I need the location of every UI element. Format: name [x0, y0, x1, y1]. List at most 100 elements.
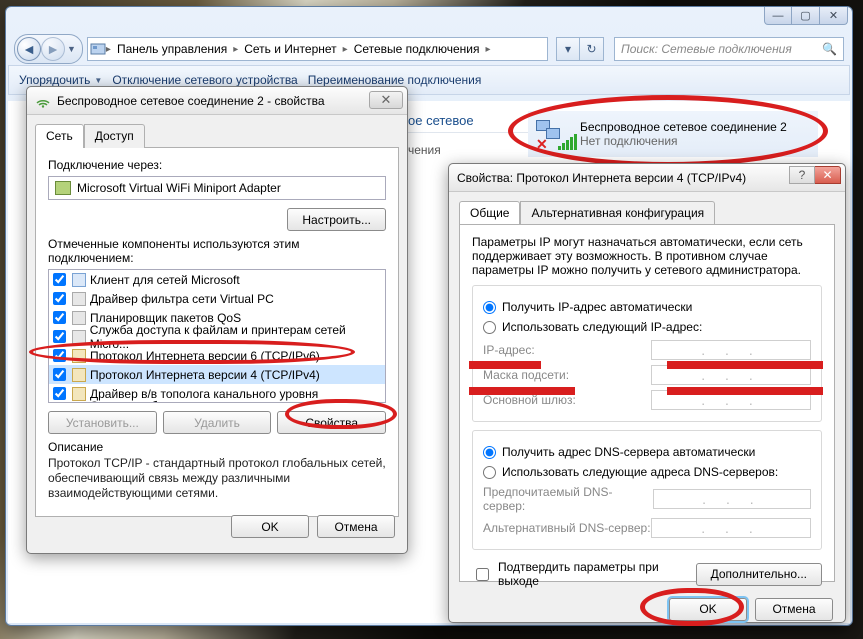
dialog-titlebar[interactable]: Беспроводное сетевое соединение 2 - свой…: [27, 87, 407, 115]
components-label: Отмеченные компоненты используются этим …: [48, 237, 386, 265]
radio-auto-ip[interactable]: [483, 301, 496, 314]
adapter-name: Microsoft Virtual WiFi Miniport Adapter: [77, 181, 281, 195]
ipv4-properties-dialog: Свойства: Протокол Интернета версии 4 (T…: [448, 163, 846, 623]
tab-access[interactable]: Доступ: [84, 124, 145, 148]
rename-connection-button[interactable]: Переименование подключения: [308, 73, 482, 87]
tab-alt-config[interactable]: Альтернативная конфигурация: [520, 201, 715, 225]
protocol-icon: [72, 349, 86, 363]
dialog-title: Беспроводное сетевое соединение 2 - свой…: [57, 94, 325, 108]
uninstall-button[interactable]: Удалить: [163, 411, 272, 434]
gateway-label: Основной шлюз:: [483, 393, 576, 407]
component-checkbox[interactable]: [53, 311, 66, 324]
cancel-button[interactable]: Отмена: [317, 515, 395, 538]
close-button[interactable]: ✕: [369, 91, 403, 109]
minimize-button[interactable]: —: [764, 7, 792, 25]
ip-address-label: IP-адрес:: [483, 343, 535, 357]
radio-auto-dns[interactable]: [483, 446, 496, 459]
list-item-selected[interactable]: Протокол Интернета версии 4 (TCP/IPv4): [49, 365, 385, 384]
description-text: Протокол TCP/IP - стандартный протокол г…: [48, 456, 386, 501]
radio-manual-dns[interactable]: [483, 466, 496, 479]
component-checkbox[interactable]: [53, 349, 66, 362]
ok-button[interactable]: OK: [231, 515, 309, 538]
back-button[interactable]: ◄: [17, 37, 41, 61]
configure-button[interactable]: Настроить...: [287, 208, 386, 231]
dns1-field[interactable]: . . .: [653, 489, 811, 509]
forward-button[interactable]: ►: [41, 37, 65, 61]
close-button[interactable]: ✕: [820, 7, 848, 25]
nav-row: ◄ ► ▼ ▸ Панель управления ▸ Сеть и Интер…: [14, 33, 844, 65]
refresh-button[interactable]: ↻: [580, 37, 604, 61]
connection-properties-dialog: Беспроводное сетевое соединение 2 - свой…: [26, 86, 408, 554]
ip-address-field[interactable]: . . .: [651, 340, 811, 360]
component-checkbox[interactable]: [53, 368, 66, 381]
protocol-icon: [72, 368, 86, 382]
components-list[interactable]: Клиент для сетей Microsoft Драйвер фильт…: [48, 269, 386, 403]
list-item[interactable]: Драйвер фильтра сети Virtual PC: [49, 289, 385, 308]
maximize-button[interactable]: ▢: [792, 7, 820, 25]
list-item[interactable]: Клиент для сетей Microsoft: [49, 270, 385, 289]
nav-arrows: ◄ ► ▼: [14, 34, 83, 64]
dialog-title: Свойства: Протокол Интернета версии 4 (T…: [457, 171, 746, 185]
protocol-icon: [72, 387, 86, 401]
error-x-icon: ✕: [536, 136, 548, 153]
intro-text: Параметры IP могут назначаться автоматич…: [472, 235, 822, 277]
organize-button[interactable]: Упорядочить▼: [19, 73, 102, 87]
connection-title: Беспроводное сетевое соединение 2: [580, 120, 787, 134]
cancel-button[interactable]: Отмена: [755, 598, 833, 621]
service-icon: [72, 292, 86, 306]
properties-button[interactable]: Свойства: [277, 411, 386, 434]
dns2-label: Альтернативный DNS-сервер:: [483, 521, 651, 535]
component-checkbox[interactable]: [53, 330, 66, 343]
confirm-checkbox[interactable]: [476, 568, 489, 581]
network-icon: ✕: [536, 118, 572, 150]
breadcrumb[interactable]: ▸ Панель управления ▸ Сеть и Интернет ▸ …: [87, 37, 548, 61]
install-button[interactable]: Установить...: [48, 411, 157, 434]
tab-body: Подключение через: Microsoft Virtual WiF…: [35, 147, 399, 517]
annotation-strike: [667, 387, 823, 395]
tab-network[interactable]: Сеть: [35, 124, 84, 148]
adapter-field: Microsoft Virtual WiFi Miniport Adapter: [48, 176, 386, 200]
radio-manual-ip[interactable]: [483, 321, 496, 334]
wireless-icon: [35, 93, 51, 109]
subnet-label: Маска подсети:: [483, 368, 569, 382]
dialog-titlebar[interactable]: Свойства: Протокол Интернета версии 4 (T…: [449, 164, 845, 192]
advanced-button[interactable]: Дополнительно...: [696, 563, 822, 586]
adapter-icon: [55, 181, 71, 195]
breadcrumb-segment[interactable]: Панель управления: [111, 38, 233, 60]
service-icon: [72, 330, 86, 344]
list-item[interactable]: Служба доступа к файлам и принтерам сете…: [49, 327, 385, 346]
control-panel-icon: [90, 41, 106, 57]
dns2-field[interactable]: . . .: [651, 518, 811, 538]
wireless-connection-item[interactable]: ✕ Беспроводное сетевое соединение 2 Нет …: [528, 111, 818, 157]
component-checkbox[interactable]: [53, 273, 66, 286]
signal-bars-icon: [558, 134, 577, 150]
component-checkbox[interactable]: [53, 387, 66, 400]
explorer-titlebar: — ▢ ✕: [6, 7, 852, 33]
breadcrumb-segment[interactable]: Сеть и Интернет: [238, 38, 342, 60]
confirm-on-exit-row[interactable]: Подтвердить параметры при выходе: [472, 560, 690, 588]
tab-body: Параметры IP могут назначаться автоматич…: [459, 224, 835, 582]
connection-fragment: чения: [408, 143, 441, 157]
description-title: Описание: [48, 440, 386, 454]
help-button[interactable]: ?: [789, 166, 815, 184]
search-placeholder: Поиск: Сетевые подключения: [621, 42, 792, 56]
annotation-strike: [469, 387, 575, 395]
tab-strip: Сеть Доступ: [27, 115, 407, 147]
search-icon: 🔍: [822, 42, 837, 56]
ok-button[interactable]: OK: [669, 598, 747, 621]
nav-history-dropdown[interactable]: ▼: [67, 44, 76, 54]
annotation-strike: [667, 361, 823, 369]
client-icon: [72, 273, 86, 287]
tab-general[interactable]: Общие: [459, 201, 520, 225]
connect-via-label: Подключение через:: [48, 158, 386, 172]
dns1-label: Предпочитаемый DNS-сервер:: [483, 485, 653, 513]
component-checkbox[interactable]: [53, 292, 66, 305]
disable-device-button[interactable]: Отключение сетевого устройства: [112, 73, 297, 87]
annotation-strike: [469, 361, 541, 369]
connection-status: Нет подключения: [580, 134, 787, 148]
breadcrumb-segment[interactable]: Сетевые подключения: [348, 38, 486, 60]
service-icon: [72, 311, 86, 325]
breadcrumb-dropdown[interactable]: ▾: [556, 37, 580, 61]
close-button[interactable]: ✕: [815, 166, 841, 184]
search-input[interactable]: Поиск: Сетевые подключения 🔍: [614, 37, 844, 61]
